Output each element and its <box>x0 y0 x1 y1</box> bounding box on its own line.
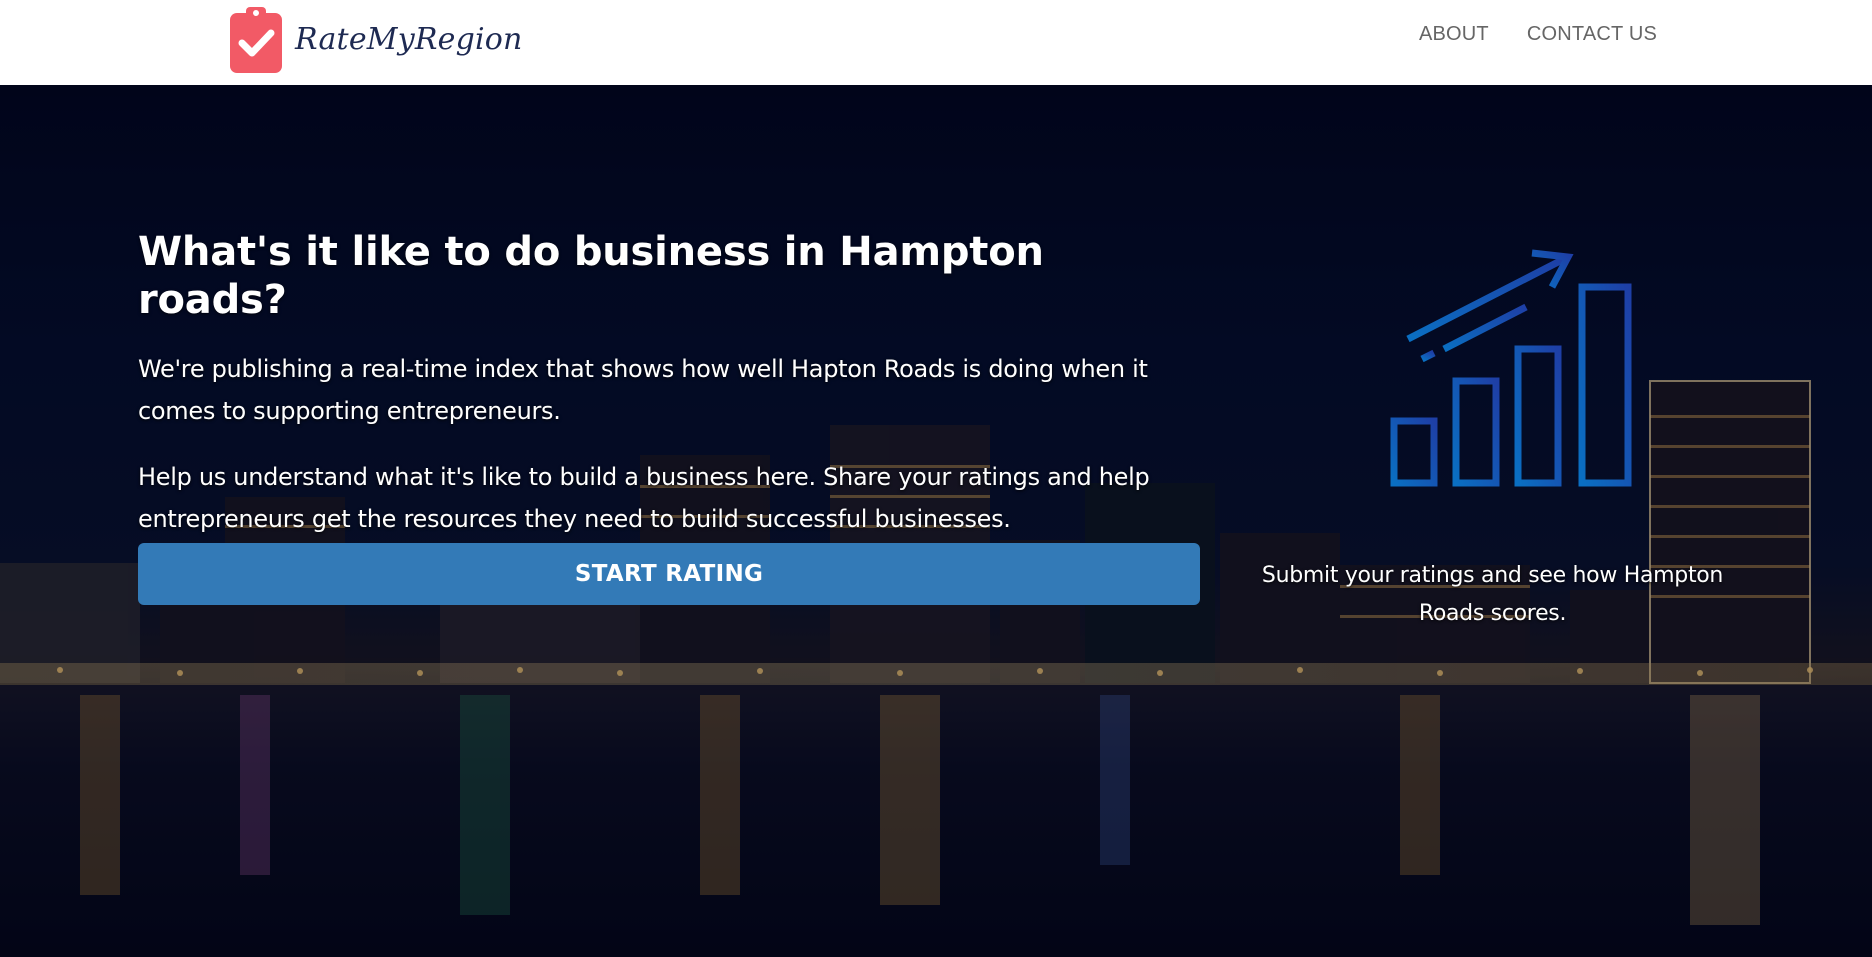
hero-section: What's it like to do business in Hampton… <box>0 85 1872 957</box>
main-nav: ABOUT CONTACT US <box>1381 23 1657 46</box>
top-navbar: RateMyRegion ABOUT CONTACT US <box>0 0 1872 85</box>
growth-chart-icon <box>1338 221 1650 523</box>
hero-paragraph-help: Help us understand what it's like to bui… <box>138 463 1150 533</box>
nav-link-contact-us[interactable]: CONTACT US <box>1527 23 1657 46</box>
brand-home-link[interactable]: RateMyRegion <box>230 4 523 74</box>
hero-title: What's it like to do business in Hampton… <box>138 229 1044 323</box>
hero-paragraph-intro: We're publishing a real-time index that … <box>138 355 1148 425</box>
clipboard-check-icon <box>230 7 282 73</box>
brand-name: RateMyRegion <box>295 21 523 57</box>
hero-content: What's it like to do business in Hampton… <box>138 228 1200 540</box>
start-rating-button[interactable]: START RATING <box>138 543 1200 605</box>
hero-caption: Submit your ratings and see how Hampton … <box>1261 563 1724 626</box>
nav-link-about[interactable]: ABOUT <box>1419 23 1489 46</box>
